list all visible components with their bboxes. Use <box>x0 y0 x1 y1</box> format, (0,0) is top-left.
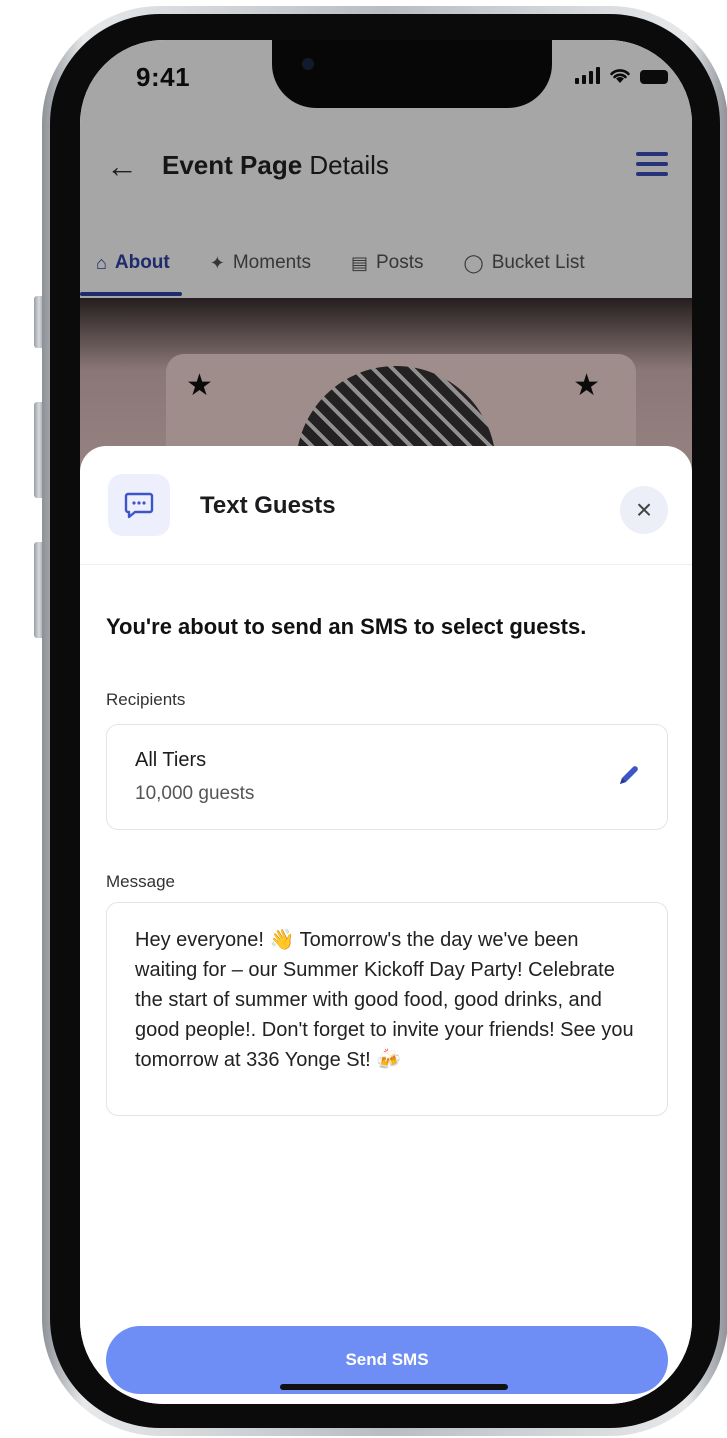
chat-bubble-icon <box>108 474 170 536</box>
sheet-title: Text Guests <box>200 492 336 519</box>
phone-screen: 9:41 ← Event Page Details ⌂ About ✦ Mome… <box>80 40 692 1404</box>
message-textarea[interactable]: Hey everyone! 👋 Tomorrow's the day we've… <box>106 902 668 1116</box>
recipients-card[interactable]: All Tiers 10,000 guests <box>106 724 668 830</box>
close-icon[interactable]: × <box>620 486 668 534</box>
device-stage: 9:41 ← Event Page Details ⌂ About ✦ Mome… <box>0 0 727 1438</box>
recipients-tier: All Tiers <box>135 749 207 771</box>
home-indicator <box>280 1384 508 1390</box>
text-guests-sheet: Text Guests × You're about to send an SM… <box>80 446 692 1404</box>
phone-bezel: 9:41 ← Event Page Details ⌂ About ✦ Mome… <box>50 14 720 1428</box>
sheet-intro: You're about to send an SMS to select gu… <box>106 614 587 639</box>
pencil-icon[interactable] <box>615 763 641 789</box>
sheet-header: Text Guests × <box>80 446 692 565</box>
recipients-label: Recipients <box>106 690 186 709</box>
recipients-count: 10,000 guests <box>135 783 255 804</box>
message-label: Message <box>106 872 175 891</box>
phone-frame: 9:41 ← Event Page Details ⌂ About ✦ Mome… <box>42 6 727 1436</box>
